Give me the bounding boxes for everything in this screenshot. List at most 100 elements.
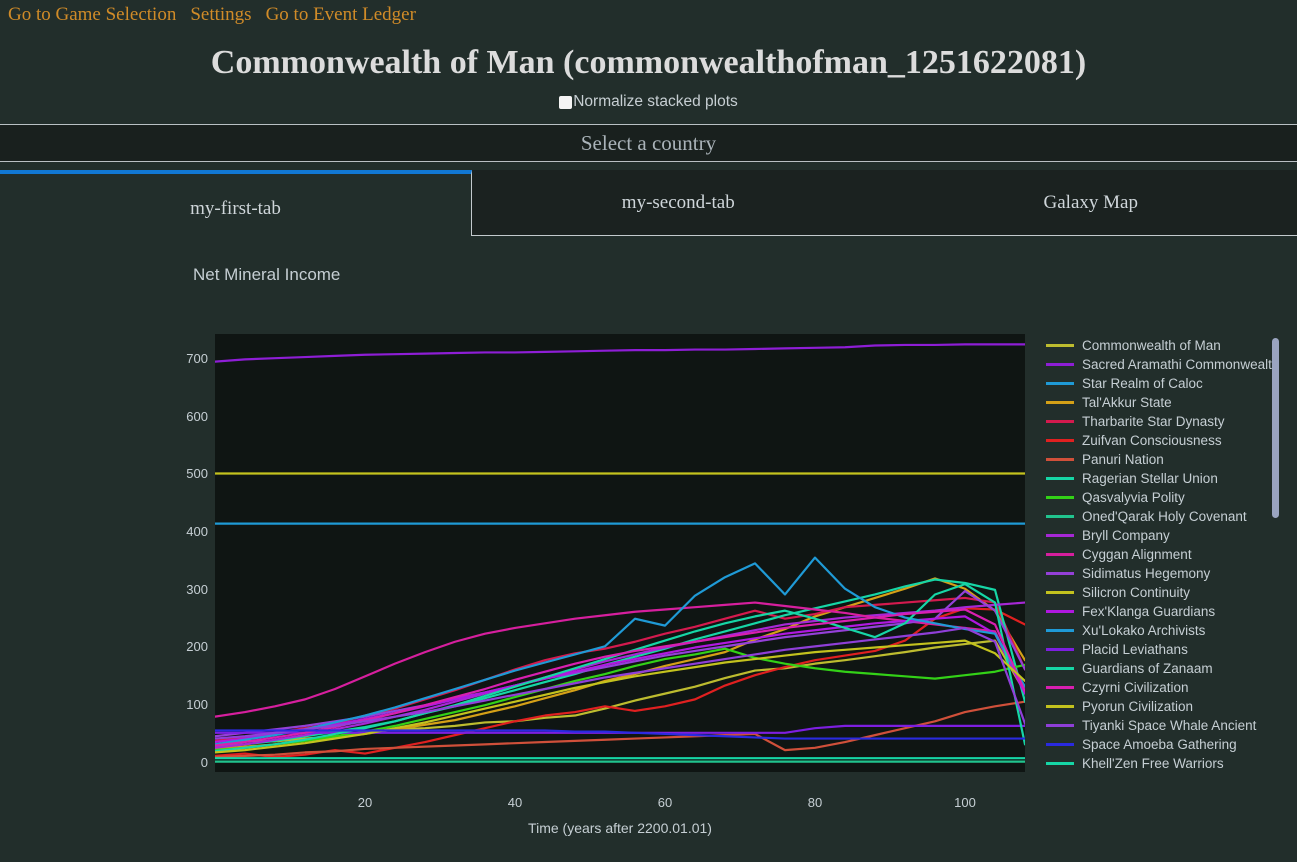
- legend-label: Pyorun Civilization: [1082, 698, 1194, 714]
- tab-label: Galaxy Map: [1043, 192, 1138, 213]
- legend-item[interactable]: Pyorun Civilization: [1046, 697, 1278, 716]
- legend-color-swatch: [1046, 667, 1074, 670]
- y-tick-label: 100: [186, 696, 208, 712]
- legend-color-swatch: [1046, 420, 1074, 423]
- y-tick-label: 300: [186, 581, 208, 597]
- legend-color-swatch: [1046, 401, 1074, 404]
- nav-link-game-selection[interactable]: Go to Game Selection: [8, 5, 176, 24]
- chart-legend[interactable]: Commonwealth of Man Sacred Aramathi Commo…: [1046, 336, 1278, 798]
- legend-color-swatch: [1046, 705, 1074, 708]
- legend-color-swatch: [1046, 686, 1074, 689]
- legend-color-swatch: [1046, 743, 1074, 746]
- legend-label: Cyggan Alignment: [1082, 546, 1192, 562]
- legend-item[interactable]: Guardians of Zanaam: [1046, 659, 1278, 678]
- normalize-stacked-plots-checkbox[interactable]: [559, 95, 573, 109]
- nav-link-event-ledger[interactable]: Go to Event Ledger: [266, 5, 416, 24]
- legend-item[interactable]: Czyrni Civilization: [1046, 678, 1278, 697]
- tab-label: my-second-tab: [621, 192, 735, 213]
- tab-my-first-tab[interactable]: my-first-tab: [0, 170, 472, 236]
- legend-color-swatch: [1046, 363, 1074, 366]
- legend-color-swatch: [1046, 553, 1074, 556]
- legend-label: Panuri Nation: [1082, 451, 1164, 467]
- legend-color-swatch: [1046, 591, 1074, 594]
- legend-item[interactable]: Khell'Zen Free Warriors: [1046, 754, 1278, 773]
- tab-my-second-tab[interactable]: my-second-tab: [472, 170, 885, 236]
- legend-color-swatch: [1046, 629, 1074, 632]
- normalize-stacked-plots-label[interactable]: Normalize stacked plots: [572, 94, 738, 110]
- legend-color-swatch: [1046, 648, 1074, 651]
- legend-label: Commonwealth of Man: [1082, 337, 1221, 353]
- legend-item[interactable]: Silicron Continuity: [1046, 583, 1278, 602]
- legend-item[interactable]: Fex'Klanga Guardians: [1046, 602, 1278, 621]
- legend-color-swatch: [1046, 515, 1074, 518]
- legend-label: Xu'Lokako Archivists: [1082, 622, 1206, 638]
- legend-label: Qasvalyvia Polity: [1082, 489, 1185, 505]
- legend-item[interactable]: Tal'Akkur State: [1046, 393, 1278, 412]
- country-select-dropdown[interactable]: Select a country: [0, 124, 1297, 162]
- legend-label: Space Amoeba Gathering: [1082, 736, 1237, 752]
- series-line: [215, 344, 1025, 361]
- x-axis-title: Time (years after 2200.01.01): [528, 820, 712, 836]
- legend-item[interactable]: Placid Leviathans: [1046, 640, 1278, 659]
- plot-area[interactable]: [215, 334, 1025, 772]
- y-tick-label: 600: [186, 408, 208, 424]
- series-line: [215, 603, 1025, 717]
- legend-label: Placid Leviathans: [1082, 641, 1188, 657]
- y-tick-label: 400: [186, 524, 208, 540]
- legend-label: Sidimatus Hegemony: [1082, 565, 1211, 581]
- legend-item[interactable]: Qasvalyvia Polity: [1046, 488, 1278, 507]
- legend-label: Tharbarite Star Dynasty: [1082, 413, 1225, 429]
- x-tick-label: 80: [807, 795, 823, 810]
- page-title: Commonwealth of Man (commonwealthofman_1…: [210, 44, 1087, 81]
- y-tick-label: 200: [186, 639, 208, 655]
- legend-item[interactable]: Bryll Company: [1046, 526, 1278, 545]
- legend-item[interactable]: Panuri Nation: [1046, 450, 1278, 469]
- legend-label: Guardians of Zanaam: [1082, 660, 1213, 676]
- nav-link-settings[interactable]: Settings: [190, 5, 251, 24]
- top-navigation-bar: Go to Game Selection Settings Go to Even…: [0, 0, 1297, 28]
- x-tick-label: 20: [357, 795, 373, 810]
- tab-label: my-first-tab: [190, 198, 281, 219]
- legend-label: Sacred Aramathi Commonwealth: [1082, 356, 1278, 372]
- legend-label: Star Realm of Caloc: [1082, 375, 1203, 391]
- chart-panel: Net Mineral Income 0 100 200 300 400 500 600 70…: [0, 236, 1297, 862]
- legend-label: Bryll Company: [1082, 527, 1170, 543]
- legend-color-swatch: [1046, 382, 1074, 385]
- legend-color-swatch: [1046, 534, 1074, 537]
- legend-item[interactable]: Zuifvan Consciousness: [1046, 431, 1278, 450]
- legend-item[interactable]: Oned'Qarak Holy Covenant: [1046, 507, 1278, 526]
- x-tick-label: 60: [657, 795, 673, 810]
- legend-item[interactable]: Space Amoeba Gathering: [1046, 735, 1278, 754]
- y-tick-label: 500: [186, 466, 208, 482]
- tab-bar: my-first-tab my-second-tab Galaxy Map: [0, 170, 1297, 236]
- legend-item[interactable]: Xu'Lokako Archivists: [1046, 621, 1278, 640]
- legend-label: Silicron Continuity: [1082, 584, 1191, 600]
- legend-item[interactable]: Ragerian Stellar Union: [1046, 469, 1278, 488]
- legend-color-swatch: [1046, 458, 1074, 461]
- legend-item[interactable]: Tiyanki Space Whale Ancient: [1046, 716, 1278, 735]
- legend-color-swatch: [1046, 439, 1074, 442]
- legend-label: Ragerian Stellar Union: [1082, 470, 1218, 486]
- legend-label: Tal'Akkur State: [1082, 394, 1172, 410]
- legend-label: Khell'Zen Free Warriors: [1082, 755, 1224, 771]
- tab-galaxy-map[interactable]: Galaxy Map: [884, 170, 1297, 236]
- x-tick-label: 40: [507, 795, 523, 810]
- legend-item[interactable]: Sidimatus Hegemony: [1046, 564, 1278, 583]
- chart-title: Net Mineral Income: [193, 265, 341, 284]
- normalize-stacked-plots-row: Normalize stacked plots: [0, 94, 1297, 110]
- legend-color-swatch: [1046, 610, 1074, 613]
- legend-item[interactable]: Cyggan Alignment: [1046, 545, 1278, 564]
- legend-label: Tiyanki Space Whale Ancient: [1082, 717, 1257, 733]
- legend-scrollbar-thumb[interactable]: [1272, 338, 1279, 518]
- legend-label: Zuifvan Consciousness: [1082, 432, 1222, 448]
- line-chart-svg: [215, 334, 1025, 772]
- legend-item[interactable]: Commonwealth of Man: [1046, 336, 1278, 355]
- legend-item[interactable]: Star Realm of Caloc: [1046, 374, 1278, 393]
- y-tick-label: 700: [186, 351, 208, 367]
- legend-item[interactable]: Tharbarite Star Dynasty: [1046, 412, 1278, 431]
- legend-color-swatch: [1046, 344, 1074, 347]
- legend-item[interactable]: Sacred Aramathi Commonwealth: [1046, 355, 1278, 374]
- legend-color-swatch: [1046, 724, 1074, 727]
- x-tick-label: 100: [954, 795, 976, 810]
- legend-color-swatch: [1046, 496, 1074, 499]
